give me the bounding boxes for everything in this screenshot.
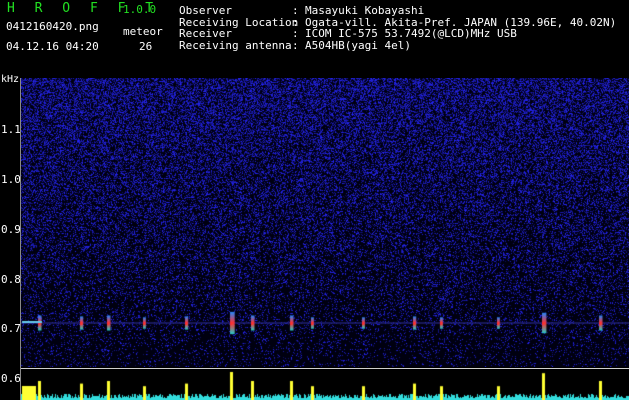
freq-tick: 0.9 <box>1 223 21 236</box>
freq-tick: 0.6 <box>1 372 21 385</box>
image-filename: 0412160420.png <box>6 20 99 33</box>
app-version: 1.0.0 <box>123 3 157 16</box>
info-key: Receiver <box>179 27 232 40</box>
separator-line <box>20 368 629 369</box>
observation-datetime: 04.12.16 04:20 <box>6 40 99 53</box>
freq-tick: 0.7 <box>1 322 21 335</box>
freq-tick: 1.1 <box>1 123 21 136</box>
meteor-label: meteor <box>123 25 163 38</box>
meteor-count: 26 <box>139 40 153 53</box>
frequency-unit-label: kHz <box>1 74 20 85</box>
header-panel: H R O F F T 1.0.0 0412160420.png meteor … <box>0 0 629 78</box>
freq-tick: 1.0 <box>1 173 21 186</box>
spectrogram <box>20 78 629 367</box>
info-key: Receiving antenna <box>179 38 292 52</box>
y-axis-line <box>20 78 21 400</box>
info-row-antenna: Receiving antenna: A504HB(yagi 4el) <box>179 38 411 52</box>
station-info: Observer: Masayuki Kobayashi Receiving Lo… <box>179 5 616 51</box>
power-plot <box>20 370 629 400</box>
freq-tick: 0.8 <box>1 273 21 286</box>
info-key: Observer <box>179 4 232 17</box>
info-value: A504HB(yagi 4el) <box>305 38 411 52</box>
